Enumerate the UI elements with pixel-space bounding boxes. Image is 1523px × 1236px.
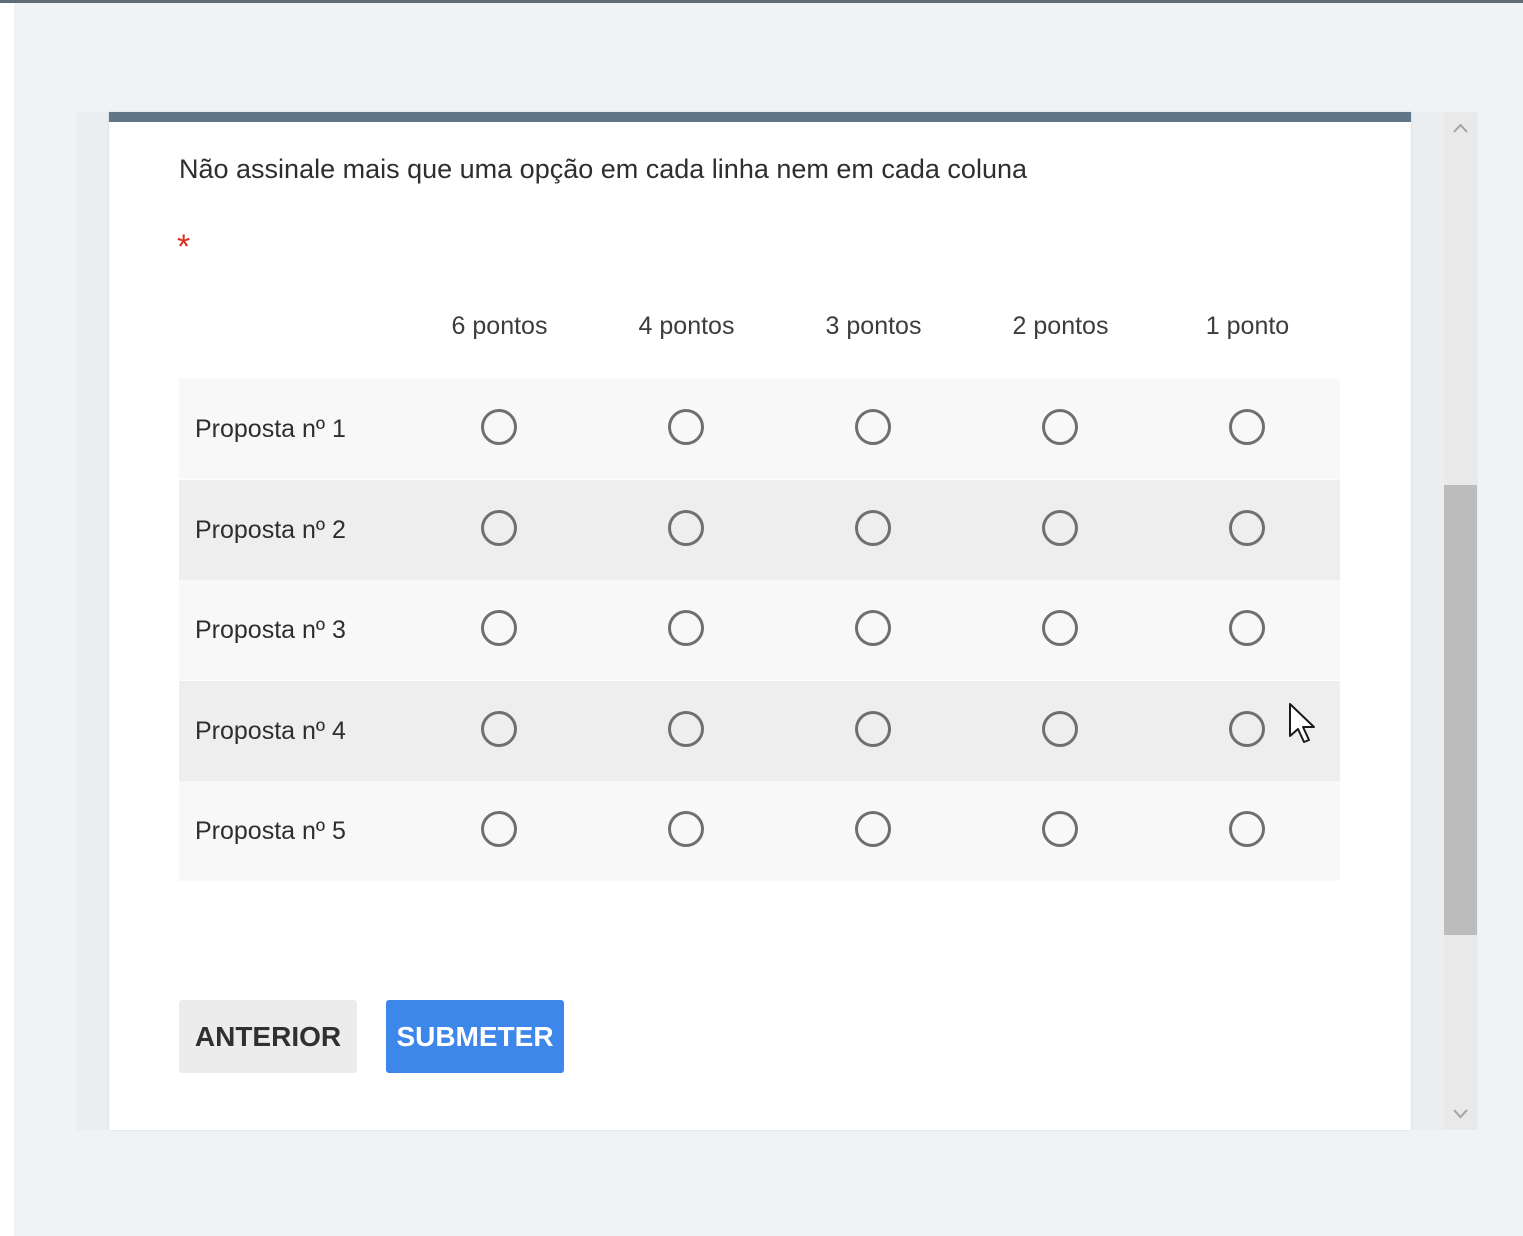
column-header-2-pontos: 2 pontos	[1012, 312, 1109, 340]
radio-row4-col1[interactable]	[481, 711, 517, 747]
grid-row-proposta-3: Proposta nº 3	[179, 580, 1340, 680]
radio-row4-col3[interactable]	[855, 711, 891, 747]
grid-row-proposta-4: Proposta nº 4	[179, 681, 1340, 781]
row-label: Proposta nº 4	[195, 717, 346, 745]
radio-row2-col2[interactable]	[668, 510, 704, 546]
column-header-1-ponto: 1 ponto	[1205, 312, 1290, 340]
column-header-4-pontos: 4 pontos	[638, 312, 735, 340]
radio-row3-col2[interactable]	[668, 610, 704, 646]
card-accent-bar	[109, 112, 1411, 122]
radio-row1-col5[interactable]	[1229, 409, 1265, 445]
radio-row5-col1[interactable]	[481, 811, 517, 847]
mouse-pointer-icon	[1288, 702, 1318, 744]
scrollbar-thumb[interactable]	[1444, 485, 1477, 935]
radio-row5-col3[interactable]	[855, 811, 891, 847]
radio-row3-col3[interactable]	[855, 610, 891, 646]
browser-viewport: Não assinale mais que uma opção em cada …	[0, 0, 1523, 1236]
chevron-up-icon[interactable]	[1444, 112, 1477, 142]
column-header-6-pontos: 6 pontos	[451, 312, 548, 340]
grid-row-proposta-5: Proposta nº 5	[179, 781, 1340, 881]
chevron-down-icon[interactable]	[1444, 1100, 1477, 1130]
radio-row4-col5[interactable]	[1229, 711, 1265, 747]
column-header-3-pontos: 3 pontos	[825, 312, 922, 340]
radio-row2-col3[interactable]	[855, 510, 891, 546]
radio-row1-col3[interactable]	[855, 409, 891, 445]
radio-row4-col4[interactable]	[1042, 711, 1078, 747]
radio-row1-col1[interactable]	[481, 409, 517, 445]
row-label: Proposta nº 3	[195, 616, 346, 644]
radio-row3-col4[interactable]	[1042, 610, 1078, 646]
radio-row3-col5[interactable]	[1229, 610, 1265, 646]
row-label: Proposta nº 5	[195, 817, 346, 845]
previous-button[interactable]: ANTERIOR	[179, 1000, 357, 1073]
vertical-scrollbar[interactable]	[1444, 112, 1477, 1130]
grid-row-proposta-1: Proposta nº 1	[179, 379, 1340, 479]
row-label: Proposta nº 1	[195, 415, 346, 443]
submit-button[interactable]: SUBMETER	[386, 1000, 564, 1073]
required-asterisk: *	[177, 228, 191, 266]
form-card: Não assinale mais que uma opção em cada …	[109, 112, 1411, 1130]
radio-row2-col1[interactable]	[481, 510, 517, 546]
radio-row1-col2[interactable]	[668, 409, 704, 445]
radio-row4-col2[interactable]	[668, 711, 704, 747]
row-label: Proposta nº 2	[195, 516, 346, 544]
grid-row-proposta-2: Proposta nº 2	[179, 480, 1340, 580]
question-title: Não assinale mais que uma opção em cada …	[179, 154, 1027, 184]
radio-row3-col1[interactable]	[481, 610, 517, 646]
radio-row1-col4[interactable]	[1042, 409, 1078, 445]
radio-row5-col2[interactable]	[668, 811, 704, 847]
radio-row5-col5[interactable]	[1229, 811, 1265, 847]
radio-row2-col5[interactable]	[1229, 510, 1265, 546]
radio-row5-col4[interactable]	[1042, 811, 1078, 847]
radio-row2-col4[interactable]	[1042, 510, 1078, 546]
